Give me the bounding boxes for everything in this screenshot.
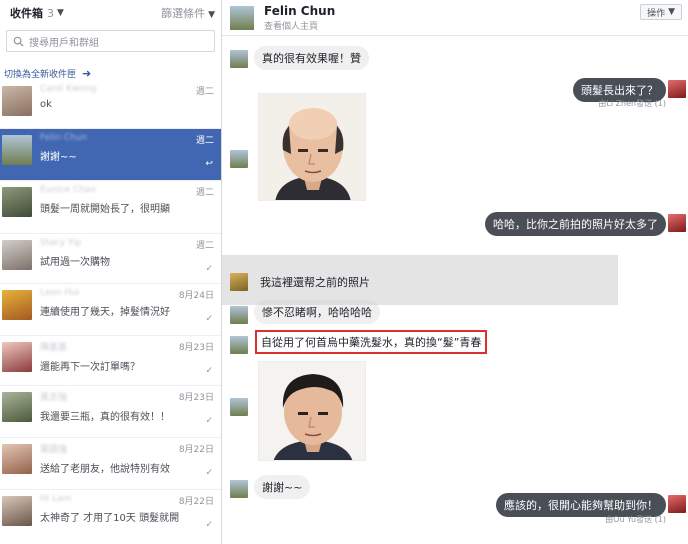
avatar (230, 480, 248, 498)
check-icon: ✓ (205, 366, 213, 376)
conversation-date: 週二 (195, 87, 214, 97)
arrow-right-icon: ➜ (82, 66, 92, 80)
avatar (230, 50, 248, 68)
sent-by-meta: 由Ou Yu發送 (1) (605, 515, 666, 524)
conversation-snippet: 我還要三瓶，真的很有效！！ (40, 412, 170, 423)
actions-label: 操作 (647, 8, 666, 19)
conversation-body: Stacy Yip 試用過一次購物 週二 ✓ (40, 234, 221, 283)
incoming-message: 真的很有效果喔！贊 (254, 46, 369, 70)
check-icon: ✓ (205, 264, 213, 274)
avatar (2, 342, 32, 372)
conversation-item[interactable]: Eunice Chan 頭髮一周就開始長了，很明顯 週二 (0, 180, 221, 233)
avatar (2, 392, 32, 422)
avatar (2, 290, 32, 320)
conversation-item[interactable]: Stacy Yip 試用過一次購物 週二 ✓ (0, 233, 221, 283)
chat-header: Felin Chun 查看個人主頁 操作 ▼ (222, 0, 688, 36)
conversation-snippet: 連續使用了幾天，掉髮情況好 (40, 307, 170, 318)
avatar (230, 306, 248, 324)
check-icon: ✓ (205, 314, 213, 324)
avatar (230, 398, 248, 416)
filter-label: 篩選條件 (161, 7, 206, 20)
check-icon: ✓ (205, 468, 213, 478)
conversation-snippet: 送給了老朋友，他說特別有效 (40, 464, 170, 475)
chat-title[interactable]: Felin Chun (264, 4, 335, 18)
conversation-date: 週二 (195, 188, 214, 198)
overlay-message: 我這裡還帮之前的照片 (260, 276, 370, 289)
search-placeholder: 搜尋用戶和群組 (29, 37, 99, 49)
conversation-name: Felin Chun (40, 133, 88, 143)
avatar (230, 150, 248, 168)
after-photo[interactable] (258, 361, 366, 461)
conversation-body: 陳嘉嘉 還能再下一次訂單嗎？ 8月23日 ✓ (40, 336, 221, 385)
avatar[interactable] (230, 6, 254, 30)
avatar (230, 336, 248, 354)
chevron-down-icon: ▼ (208, 10, 215, 20)
conversation-body: 黃志強 我還要三瓶，真的很有效！！ 8月23日 ✓ (40, 386, 221, 437)
inbox-count: 3 (47, 6, 54, 20)
conversation-item-active[interactable]: Felin Chun 謝謝~~ 週二 ↩ (0, 128, 221, 180)
conversation-body: 葉國強 送給了老朋友，他說特別有效 8月22日 ✓ (40, 438, 221, 489)
sent-by-meta: 由Li Zhen發送 (1) (598, 99, 666, 108)
conversation-date: 8月22日 (178, 497, 214, 507)
avatar (2, 135, 32, 165)
conversation-date: 8月24日 (178, 291, 214, 301)
incoming-message: 謝謝~~ (254, 475, 311, 499)
avatar (2, 444, 32, 474)
inbox-label[interactable]: 收件箱 (10, 5, 43, 21)
conversation-name: Stacy Yip (40, 238, 82, 248)
chevron-down-icon[interactable]: ▼ (57, 8, 64, 18)
conversation-snippet: 試用過一次購物 (40, 257, 110, 268)
conversation-body: Hi Lam 太神奇了 才用了10天 頭髮就開 8月22日 ✓ (40, 490, 221, 544)
conversation-item[interactable]: 葉國強 送給了老朋友，他說特別有效 8月22日 ✓ (0, 437, 221, 489)
conversation-snippet: ok (40, 99, 52, 110)
conversation-item[interactable]: Leon Hui 連續使用了幾天，掉髮情況好 8月24日 ✓ (0, 283, 221, 335)
conversation-body: Carol Kwong ok 週二 (40, 80, 221, 128)
bald-man-photo-icon (259, 94, 365, 200)
conversation-item[interactable]: Carol Kwong ok 週二 (0, 80, 221, 128)
conversation-date: 週二 (195, 241, 214, 251)
before-photo[interactable] (258, 93, 366, 201)
conversation-snippet: 還能再下一次訂單嗎？ (40, 362, 140, 373)
avatar (230, 273, 248, 291)
man-with-hair-photo-icon (259, 362, 365, 460)
conversation-body: Eunice Chan 頭髮一周就開始長了，很明顯 週二 (40, 181, 221, 233)
avatar (668, 214, 686, 232)
conversation-date: 8月23日 (178, 393, 214, 403)
view-profile-link[interactable]: 查看個人主頁 (264, 19, 318, 32)
conversation-snippet: 謝謝~~ (40, 152, 77, 163)
search-icon (13, 36, 24, 47)
conversation-date: 8月22日 (178, 445, 214, 455)
conversation-item[interactable]: 黃志強 我還要三瓶，真的很有效！！ 8月23日 ✓ (0, 385, 221, 437)
avatar (668, 80, 686, 98)
conversation-date: 週二 (195, 136, 214, 146)
avatar (2, 496, 32, 526)
conversation-date: 8月23日 (178, 343, 214, 353)
avatar (2, 187, 32, 217)
reply-icon: ↩ (205, 159, 213, 169)
filter-dropdown[interactable]: 篩選條件 ▼ (161, 5, 215, 21)
avatar (668, 495, 686, 513)
conversation-sidebar: 收件箱 3 ▼ 篩選條件 ▼ 搜尋用戶和群組 切換為全新收件匣 ➜ Carol K… (0, 0, 222, 544)
switch-inbox-link[interactable]: 切換為全新收件匣 ➜ (0, 66, 221, 80)
conversation-snippet: 太神奇了 才用了10天 頭髮就開 (40, 513, 180, 524)
sidebar-header: 收件箱 3 ▼ 篩選條件 ▼ (0, 0, 221, 26)
check-icon: ✓ (205, 520, 213, 530)
conversation-name: Eunice Chan (40, 185, 97, 195)
conversation-item[interactable]: Hi Lam 太神奇了 才用了10天 頭髮就開 8月22日 ✓ (0, 489, 221, 544)
check-icon: ✓ (205, 416, 213, 426)
messenger-window: 收件箱 3 ▼ 篩選條件 ▼ 搜尋用戶和群組 切換為全新收件匣 ➜ Carol K… (0, 0, 688, 544)
avatar (2, 240, 32, 270)
search-input[interactable]: 搜尋用戶和群組 (6, 30, 215, 52)
chevron-down-icon: ▼ (668, 7, 675, 17)
conversation-snippet: 頭髮一周就開始長了，很明顯 (40, 204, 170, 215)
highlighted-message: 自從用了何首烏中藥洗髮水，真的換“髮”青春 (255, 330, 488, 354)
conversation-name: Carol Kwong (40, 84, 97, 94)
avatar (2, 86, 32, 116)
conversation-body: Felin Chun 謝謝~~ 週二 ↩ (40, 129, 221, 180)
outgoing-message: 哈哈，比你之前拍的照片好太多了 (485, 212, 666, 236)
actions-button[interactable]: 操作 ▼ (640, 4, 682, 20)
switch-inbox-label: 切換為全新收件匣 (4, 69, 77, 80)
conversation-item[interactable]: 陳嘉嘉 還能再下一次訂單嗎？ 8月23日 ✓ (0, 335, 221, 385)
conversation-body: Leon Hui 連續使用了幾天，掉髮情況好 8月24日 ✓ (40, 284, 221, 335)
